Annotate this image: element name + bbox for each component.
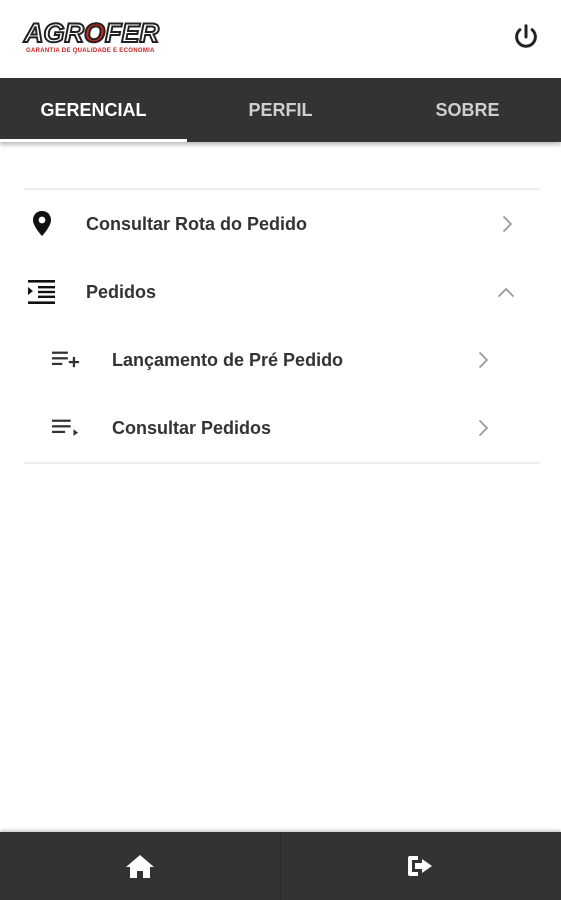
home-button[interactable] (0, 832, 280, 900)
location-pin-icon (28, 210, 56, 238)
playlist-play-icon (52, 414, 80, 442)
top-header: AGROFER GARANTIA DE QUALIDADE E ECONOMIA (0, 0, 561, 78)
chevron-up-icon (498, 288, 514, 297)
logo-tagline: GARANTIA DE QUALIDADE E ECONOMIA (26, 48, 155, 54)
main-tabs: GERENCIAL PERFIL SOBRE (0, 78, 561, 142)
power-icon (515, 24, 537, 48)
menu-item-label: Lançamento de Pré Pedido (112, 349, 344, 370)
home-icon (126, 855, 154, 878)
exit-button[interactable] (280, 832, 561, 900)
tab-sobre[interactable]: SOBRE (374, 78, 561, 142)
agrofer-logo: AGROFER GARANTIA DE QUALIDADE E ECONOMIA (23, 17, 184, 58)
logo-text: AGROFER (23, 17, 160, 49)
menu-item-pedidos[interactable]: Pedidos (24, 258, 540, 326)
menu-item-label: Pedidos (86, 281, 157, 302)
indent-list-icon (28, 278, 56, 306)
power-button[interactable] (511, 22, 541, 52)
menu-item-consultar-pedidos[interactable]: Consultar Pedidos (24, 394, 540, 462)
app: AGROFER GARANTIA DE QUALIDADE E ECONOMIA… (0, 0, 561, 900)
chevron-right-icon (479, 352, 488, 368)
tab-perfil[interactable]: PERFIL (187, 78, 374, 142)
menu-item-label: Consultar Rota do Pedido (86, 213, 308, 234)
chevron-right-icon (479, 420, 488, 436)
bottom-nav (0, 832, 561, 900)
exit-icon (408, 856, 432, 876)
chevron-right-icon (503, 216, 512, 232)
menu-item-lancamento-pre-pedido[interactable]: Lançamento de Pré Pedido (24, 326, 540, 394)
tab-gerencial[interactable]: GERENCIAL (0, 78, 187, 142)
playlist-add-icon (52, 346, 80, 374)
menu-item-consultar-rota[interactable]: Consultar Rota do Pedido (24, 190, 540, 258)
menu-list: Consultar Rota do Pedido Pedidos Lançame… (24, 188, 540, 464)
menu-item-label: Consultar Pedidos (112, 417, 272, 438)
